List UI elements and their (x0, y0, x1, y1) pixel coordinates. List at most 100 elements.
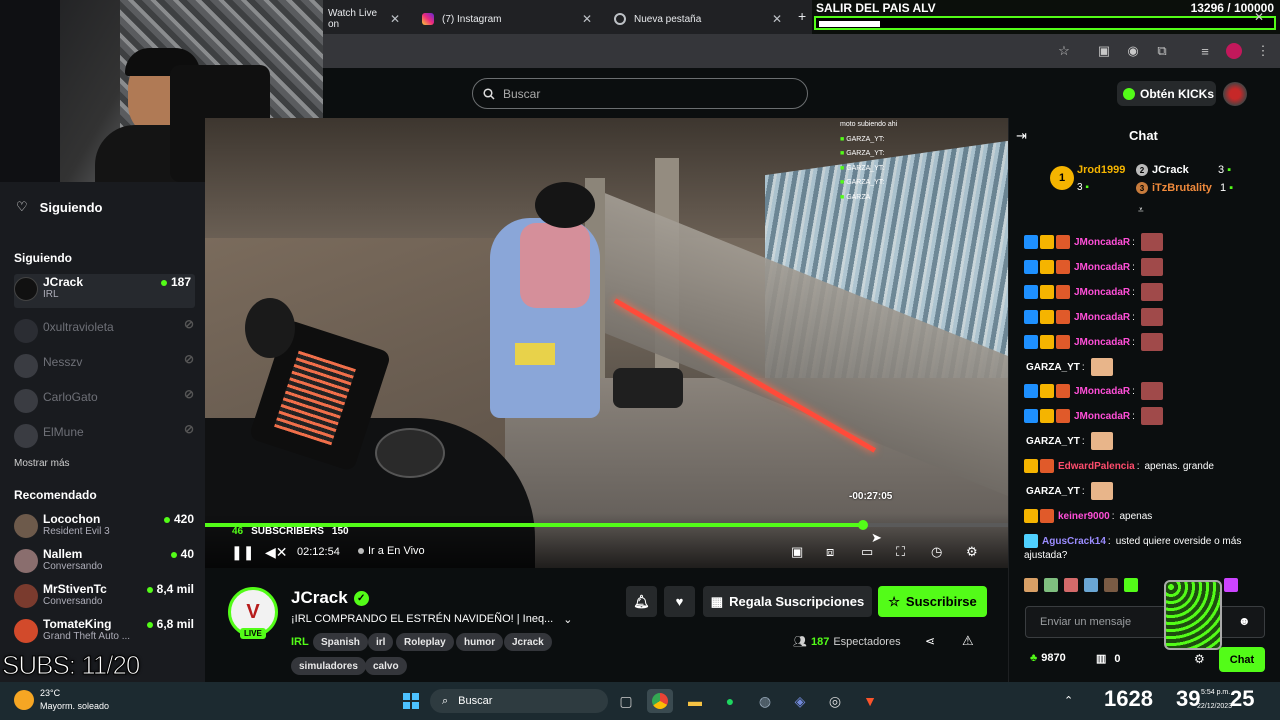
chat-username[interactable]: JMoncadaR (1074, 411, 1130, 422)
sidebar-item-0xultravioleta[interactable]: 0xultravioleta ⊘ (14, 316, 194, 350)
close-icon[interactable]: ✕ (772, 12, 782, 26)
search-input[interactable]: Buscar (472, 78, 808, 109)
spotify-icon[interactable]: ● (717, 689, 743, 713)
user-avatar[interactable] (1223, 82, 1247, 106)
tag-jcrack[interactable]: Jcrack (504, 633, 552, 651)
show-more-link[interactable]: Mostrar más (14, 458, 70, 469)
bookmark-star-icon[interactable]: ☆ (1053, 40, 1075, 62)
chat-send-button[interactable]: Chat (1219, 647, 1265, 672)
chat-username[interactable]: JMoncadaR (1074, 237, 1130, 248)
chat-username[interactable]: GARZA_YT (1026, 486, 1080, 497)
gift-subs-button[interactable]: ▦ Regala Suscripciones (703, 586, 872, 617)
system-clock-date[interactable]: 22/12/2023 (1197, 703, 1232, 710)
sidebar-item-carlogato[interactable]: CarloGato ⊘ (14, 386, 194, 420)
report-warning-icon[interactable]: ⚠ (962, 633, 974, 649)
leaderboard-row-3[interactable]: 3 iTzBrutality (1136, 182, 1212, 194)
emote-icon[interactable] (1224, 578, 1238, 592)
clip-icon[interactable]: ▣ (791, 544, 803, 560)
volume-mute-icon[interactable]: ◀✕ (265, 544, 288, 561)
emote-icon[interactable] (1104, 578, 1118, 592)
theater-mode-icon[interactable]: ▭ (861, 544, 873, 560)
chrome-taskbar-icon[interactable] (647, 689, 673, 713)
weather-temp[interactable]: 23°C (40, 688, 60, 698)
chat-username[interactable]: AgusCrack14 (1042, 536, 1106, 547)
notifications-bell-button[interactable]: 🔔︎ (626, 586, 657, 617)
tab-new-tab[interactable]: Nueva pestaña ✕ (604, 4, 792, 34)
chat-username[interactable]: GARZA_YT (1026, 362, 1080, 373)
get-kicks-button[interactable]: Obtén KICKs (1117, 81, 1216, 106)
sidebar-item-elmune[interactable]: ElMune ⊘ (14, 421, 194, 455)
chat-username[interactable]: JMoncadaR (1074, 337, 1130, 348)
sidebar-item-locochon[interactable]: Locochon Resident Evil 3 420 (14, 511, 194, 545)
chat-settings-gear-icon[interactable]: ⚙ (1194, 652, 1205, 666)
chat-extra-counter[interactable]: ▥ 0 (1096, 652, 1121, 666)
subscribe-button[interactable]: ☆ Suscribirse (878, 586, 987, 617)
emote-icon[interactable] (1024, 578, 1038, 592)
steam-icon[interactable]: ◍ (752, 689, 778, 713)
obs-icon[interactable]: ◎ (822, 689, 848, 713)
close-icon[interactable]: ✕ (582, 12, 592, 26)
discord-icon[interactable]: ◈ (787, 689, 813, 713)
sidebar-item-nesszv[interactable]: Nesszv ⊘ (14, 351, 194, 385)
channel-name-heading[interactable]: JCrack ✓ (291, 588, 369, 608)
leaderboard-name-1[interactable]: Jrod1999 (1077, 164, 1125, 176)
tab-instagram[interactable]: (7) Instagram ✕ (412, 4, 602, 34)
close-icon[interactable]: ✕ (390, 12, 400, 26)
weather-sun-icon[interactable] (14, 690, 34, 710)
chat-username[interactable]: GARZA_YT (1026, 436, 1080, 447)
tag-simuladores[interactable]: simuladores (291, 657, 366, 675)
chat-username[interactable]: EdwardPalencia (1058, 461, 1135, 472)
extension-globe-icon[interactable]: ◉ (1122, 40, 1144, 62)
new-tab-button[interactable]: + (798, 8, 806, 24)
windows-start-icon[interactable] (398, 689, 424, 713)
chat-username[interactable]: JMoncadaR (1074, 386, 1130, 397)
file-explorer-icon[interactable]: ▬ (682, 689, 708, 713)
chat-username[interactable]: keiner9000 (1058, 511, 1110, 522)
chat-message-input[interactable]: Enviar un mensaje (1025, 606, 1265, 638)
tag-humor[interactable]: humor (456, 633, 504, 651)
tray-chevron-icon[interactable]: ⌃ (1064, 694, 1073, 707)
follow-heart-button[interactable]: ♥ (664, 586, 695, 617)
tag-irl[interactable]: irl (368, 633, 394, 651)
reading-list-icon[interactable]: ≡ (1194, 40, 1216, 62)
sidebar-item-jcrack[interactable]: JCrack IRL 187 (14, 274, 195, 308)
chat-username[interactable]: JMoncadaR (1074, 287, 1130, 298)
sidebar-item-tomateking[interactable]: TomateKing Grand Theft Auto ... 6,8 mil (14, 616, 194, 650)
leaderboard-row-2[interactable]: 2 JCrack (1136, 164, 1189, 176)
go-live-button[interactable]: Ir a En Vivo (358, 545, 425, 557)
stream-category[interactable]: IRL (291, 636, 309, 648)
task-view-icon[interactable]: ▢ (613, 689, 639, 713)
pause-icon[interactable]: ❚❚ (231, 544, 254, 561)
taskbar-search[interactable]: ⌕ Buscar (430, 689, 608, 713)
sidebar-following-header[interactable]: ♡ Siguiendo (16, 199, 103, 215)
video-player[interactable]: moto subiendo ahi ■ GARZA_YT: ■ GARZA_YT… (205, 118, 1008, 568)
sidebar-item-nallem[interactable]: Nallem Conversando 40 (14, 546, 194, 580)
extensions-puzzle-icon[interactable]: ⧉ (1151, 40, 1173, 62)
tab-kick[interactable]: Watch Live on ✕ (318, 4, 410, 34)
window-close-icon[interactable]: ✕ (1254, 10, 1264, 24)
extension-screen-icon[interactable]: ▣ (1093, 40, 1115, 62)
emoji-picker-icon[interactable]: ☻ (1238, 614, 1251, 628)
collapse-chat-icon[interactable]: ⇥ (1016, 128, 1027, 144)
emote-icon[interactable] (1124, 578, 1138, 592)
chat-username[interactable]: JMoncadaR (1074, 262, 1130, 273)
emote-icon[interactable] (1084, 578, 1098, 592)
emote-icon[interactable] (1064, 578, 1078, 592)
channel-points[interactable]: ♣ 9870 (1030, 652, 1066, 664)
tag-roleplay[interactable]: Roleplay (396, 633, 454, 651)
chat-username[interactable]: JMoncadaR (1074, 312, 1130, 323)
browser-menu-icon[interactable]: ⋮ (1252, 40, 1274, 62)
settings-gear-icon[interactable]: ⚙ (966, 544, 978, 560)
tag-spanish[interactable]: Spanish (313, 633, 368, 651)
system-clock-time[interactable]: 5:54 p.m. (1201, 689, 1230, 696)
quality-icon[interactable]: ◷ (931, 544, 942, 560)
brave-icon[interactable]: ▼ (857, 689, 883, 713)
share-icon[interactable]: ⋖ (925, 634, 935, 648)
emote-icon[interactable] (1044, 578, 1058, 592)
tag-calvo[interactable]: calvo (365, 657, 407, 675)
profile-avatar[interactable] (1223, 40, 1245, 62)
miniplayer-icon[interactable]: ⧈ (826, 544, 834, 560)
sidebar-item-mrstiventc[interactable]: MrStivenTc Conversando 8,4 mil (14, 581, 194, 615)
expand-leaderboard-icon[interactable]: ⩡ (1138, 205, 1144, 216)
fullscreen-icon[interactable]: ⛶ (896, 544, 905, 560)
